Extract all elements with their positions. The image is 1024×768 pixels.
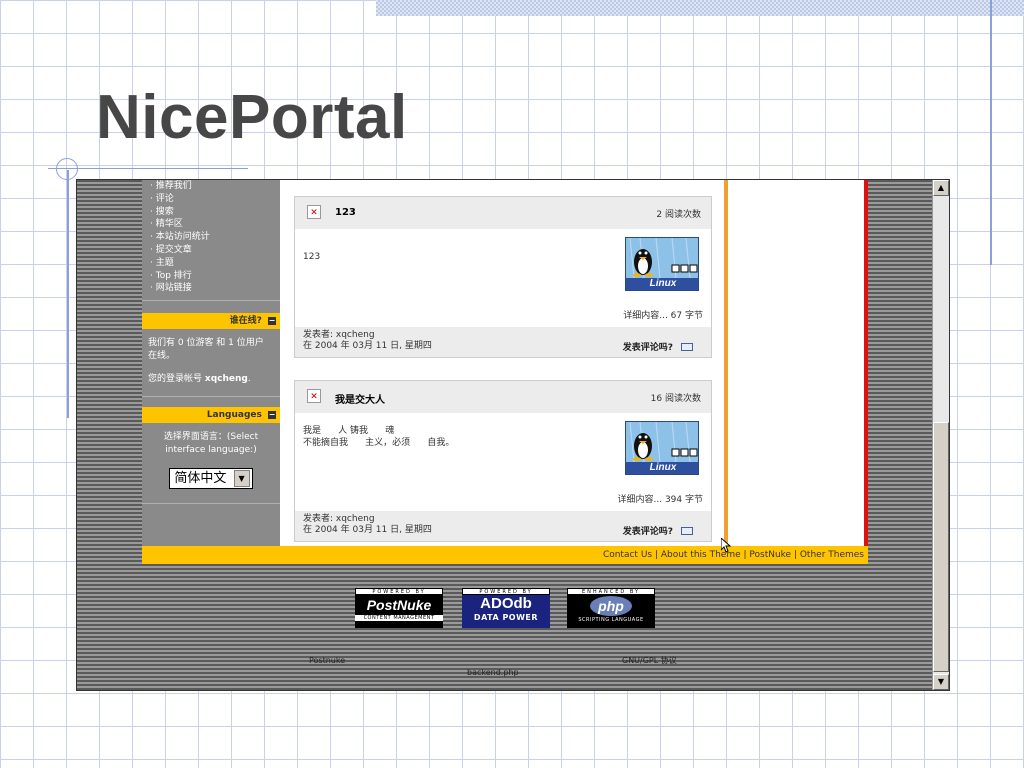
- decorative-vertical-line: [67, 170, 69, 418]
- scroll-thumb[interactable]: [933, 422, 949, 672]
- article-date: 在 2004 年 03月 11 日, 星期四: [303, 341, 432, 351]
- badge-sub-label: SCRIPTING LANGUAGE: [578, 617, 644, 623]
- php-badge[interactable]: ENHANCED BY php SCRIPTING LANGUAGE: [567, 588, 655, 628]
- broken-image-icon: ✕: [307, 389, 321, 403]
- article-footer: 发表者: xqcheng 在 2004 年 03月 11 日, 星期四 发表评论…: [295, 511, 711, 541]
- slide-title: NicePortal: [96, 83, 408, 152]
- post-comment-link[interactable]: 发表评论吗?: [623, 524, 673, 537]
- badge-sub-label: CONTENT MANAGEMENT: [355, 615, 443, 621]
- article-text: 我是 人 铸我 魂 不能摘自我 主义，必须 自我。: [303, 425, 454, 449]
- menu-item-top-ranking[interactable]: Top 排行: [150, 270, 280, 283]
- badge-top-label: POWERED BY: [355, 588, 443, 595]
- article-meta: 发表者: xqcheng 在 2004 年 03月 11 日, 星期四: [303, 330, 432, 352]
- scroll-up-button[interactable]: ▲: [933, 180, 949, 196]
- menu-item-stats[interactable]: 本站访问统计: [150, 231, 280, 244]
- badge-top-label: ENHANCED BY: [567, 588, 655, 595]
- languages-title: Languages: [206, 410, 262, 421]
- chevron-down-icon: ▼: [233, 470, 250, 488]
- language-selected-value: 简体中文: [174, 471, 227, 487]
- adodb-badge[interactable]: POWERED BY ADOdb DATA POWER: [462, 588, 550, 628]
- browser-screenshot: 推荐我们 评论 搜索 精华区 本站访问统计 提交文章 主题 Top 排行 网站链…: [76, 179, 950, 691]
- login-prefix: 您的登录帐号: [148, 374, 203, 385]
- menu-item-recommend[interactable]: 推荐我们: [150, 180, 280, 193]
- badge-top-label: POWERED BY: [462, 588, 550, 595]
- red-border: [864, 180, 868, 546]
- article-header: ✕ 我是交大人 16 阅读次数: [295, 381, 711, 413]
- divider: [142, 503, 280, 505]
- footer-links[interactable]: Contact Us | About this Theme | PostNuke…: [142, 546, 868, 564]
- article-text-line: 我是 人 铸我 魂: [303, 426, 395, 436]
- whos-online-header: 谁在线? −: [142, 313, 280, 330]
- credits-postnuke-link[interactable]: Postnuke: [309, 656, 345, 665]
- article-header: ✕ 123 2 阅读次数: [295, 197, 711, 229]
- languages-header: Languages −: [142, 407, 280, 424]
- article-title[interactable]: 123: [335, 207, 356, 218]
- article-footer: 发表者: xqcheng 在 2004 年 03月 11 日, 星期四 发表评论…: [295, 327, 711, 357]
- article-author: 发表者: xqcheng: [303, 514, 375, 524]
- post-comment-link[interactable]: 发表评论吗?: [623, 340, 673, 353]
- article-text: 123: [303, 251, 320, 263]
- decorative-horizontal-line: [48, 168, 248, 169]
- collapse-icon[interactable]: −: [268, 410, 276, 419]
- php-logo-wrap: php: [567, 595, 655, 617]
- collapse-icon[interactable]: −: [268, 316, 276, 325]
- mail-icon[interactable]: [681, 527, 693, 535]
- vertical-scrollbar[interactable]: ▲ ▼: [932, 180, 949, 690]
- language-select-wrap: 简体中文 ▼: [142, 467, 280, 490]
- postnuke-badge[interactable]: POWERED BY PostNuke CONTENT MANAGEMENT: [355, 588, 443, 628]
- article-title[interactable]: 我是交大人: [335, 391, 385, 406]
- mouse-cursor-icon: [721, 538, 732, 553]
- article-text-line: 123: [303, 252, 321, 262]
- article-body: 123 Linux 详细内容... 67 字节: [295, 229, 711, 327]
- read-count: 16 阅读次数: [650, 394, 701, 404]
- right-column: [724, 180, 868, 546]
- read-count: 2 阅读次数: [656, 210, 701, 220]
- scroll-down-button[interactable]: ▼: [933, 674, 949, 690]
- menu-item-web-links[interactable]: 网站链接: [150, 282, 280, 295]
- decorative-crosshair-icon: [56, 158, 78, 180]
- whos-online-title: 谁在线?: [229, 316, 262, 327]
- menu-item-comments[interactable]: 评论: [150, 193, 280, 206]
- mail-icon[interactable]: [681, 343, 693, 351]
- badge-main-label: php: [590, 596, 632, 616]
- language-select[interactable]: 简体中文 ▼: [169, 468, 253, 490]
- orange-border: [724, 180, 728, 546]
- menu-item-search[interactable]: 搜索: [150, 206, 280, 219]
- language-prompt: 选择界面语言：(Select interface language:): [163, 432, 259, 456]
- article-author: 发表者: xqcheng: [303, 330, 375, 340]
- credits-license-link[interactable]: GNU/GPL 协议: [622, 655, 677, 666]
- broken-image-icon: ✕: [307, 205, 321, 219]
- decorative-top-strip: [376, 0, 1024, 16]
- main-content: ✕ 123 2 阅读次数 123 Linux 详细内容... 67 字节 发表者…: [280, 180, 724, 546]
- linux-tux-logo[interactable]: Linux: [625, 421, 699, 475]
- article-text-line: 不能摘自我 主义，必须 自我。: [303, 438, 455, 448]
- login-suffix: .: [247, 374, 251, 385]
- read-more-link[interactable]: 详细内容... 394 字节: [618, 492, 703, 505]
- credits-backend-link[interactable]: backend.php: [467, 668, 519, 677]
- article-meta: 发表者: xqcheng 在 2004 年 03月 11 日, 星期四: [303, 514, 432, 536]
- sidebar-menu: 推荐我们 评论 搜索 精华区 本站访问统计 提交文章 主题 Top 排行 网站链…: [142, 180, 280, 295]
- linux-logo-text: Linux: [649, 462, 677, 473]
- menu-item-highlights[interactable]: 精华区: [150, 218, 280, 231]
- menu-item-topics[interactable]: 主题: [150, 257, 280, 270]
- article-card: ✕ 我是交大人 16 阅读次数 我是 人 铸我 魂 不能摘自我 主义，必须 自我…: [294, 380, 712, 542]
- decorative-vertical-line: [990, 0, 992, 265]
- badge-main-label: PostNuke: [366, 597, 432, 613]
- menu-item-submit-article[interactable]: 提交文章: [150, 244, 280, 257]
- read-more-link[interactable]: 详细内容... 67 字节: [623, 308, 703, 321]
- login-username: xqcheng: [204, 374, 248, 385]
- sidebar: 推荐我们 评论 搜索 精华区 本站访问统计 提交文章 主题 Top 排行 网站链…: [142, 180, 280, 546]
- badge-sub-label: DATA POWER: [473, 613, 539, 622]
- badge-main-label: ADOdb: [480, 595, 532, 612]
- linux-logo-text: Linux: [649, 278, 677, 289]
- online-count-text: 我们有 0 位游客 和 1 位用户 在线。: [148, 338, 264, 362]
- login-account-text: 您的登录帐号 xqcheng.: [142, 373, 280, 386]
- linux-tux-logo[interactable]: Linux: [625, 237, 699, 291]
- credits: Postnuke GNU/GPL 协议 backend.php: [77, 642, 933, 682]
- article-card: ✕ 123 2 阅读次数 123 Linux 详细内容... 67 字节 发表者…: [294, 196, 712, 358]
- article-body: 我是 人 铸我 魂 不能摘自我 主义，必须 自我。 Linux 详细内容... …: [295, 413, 711, 511]
- article-date: 在 2004 年 03月 11 日, 星期四: [303, 525, 432, 535]
